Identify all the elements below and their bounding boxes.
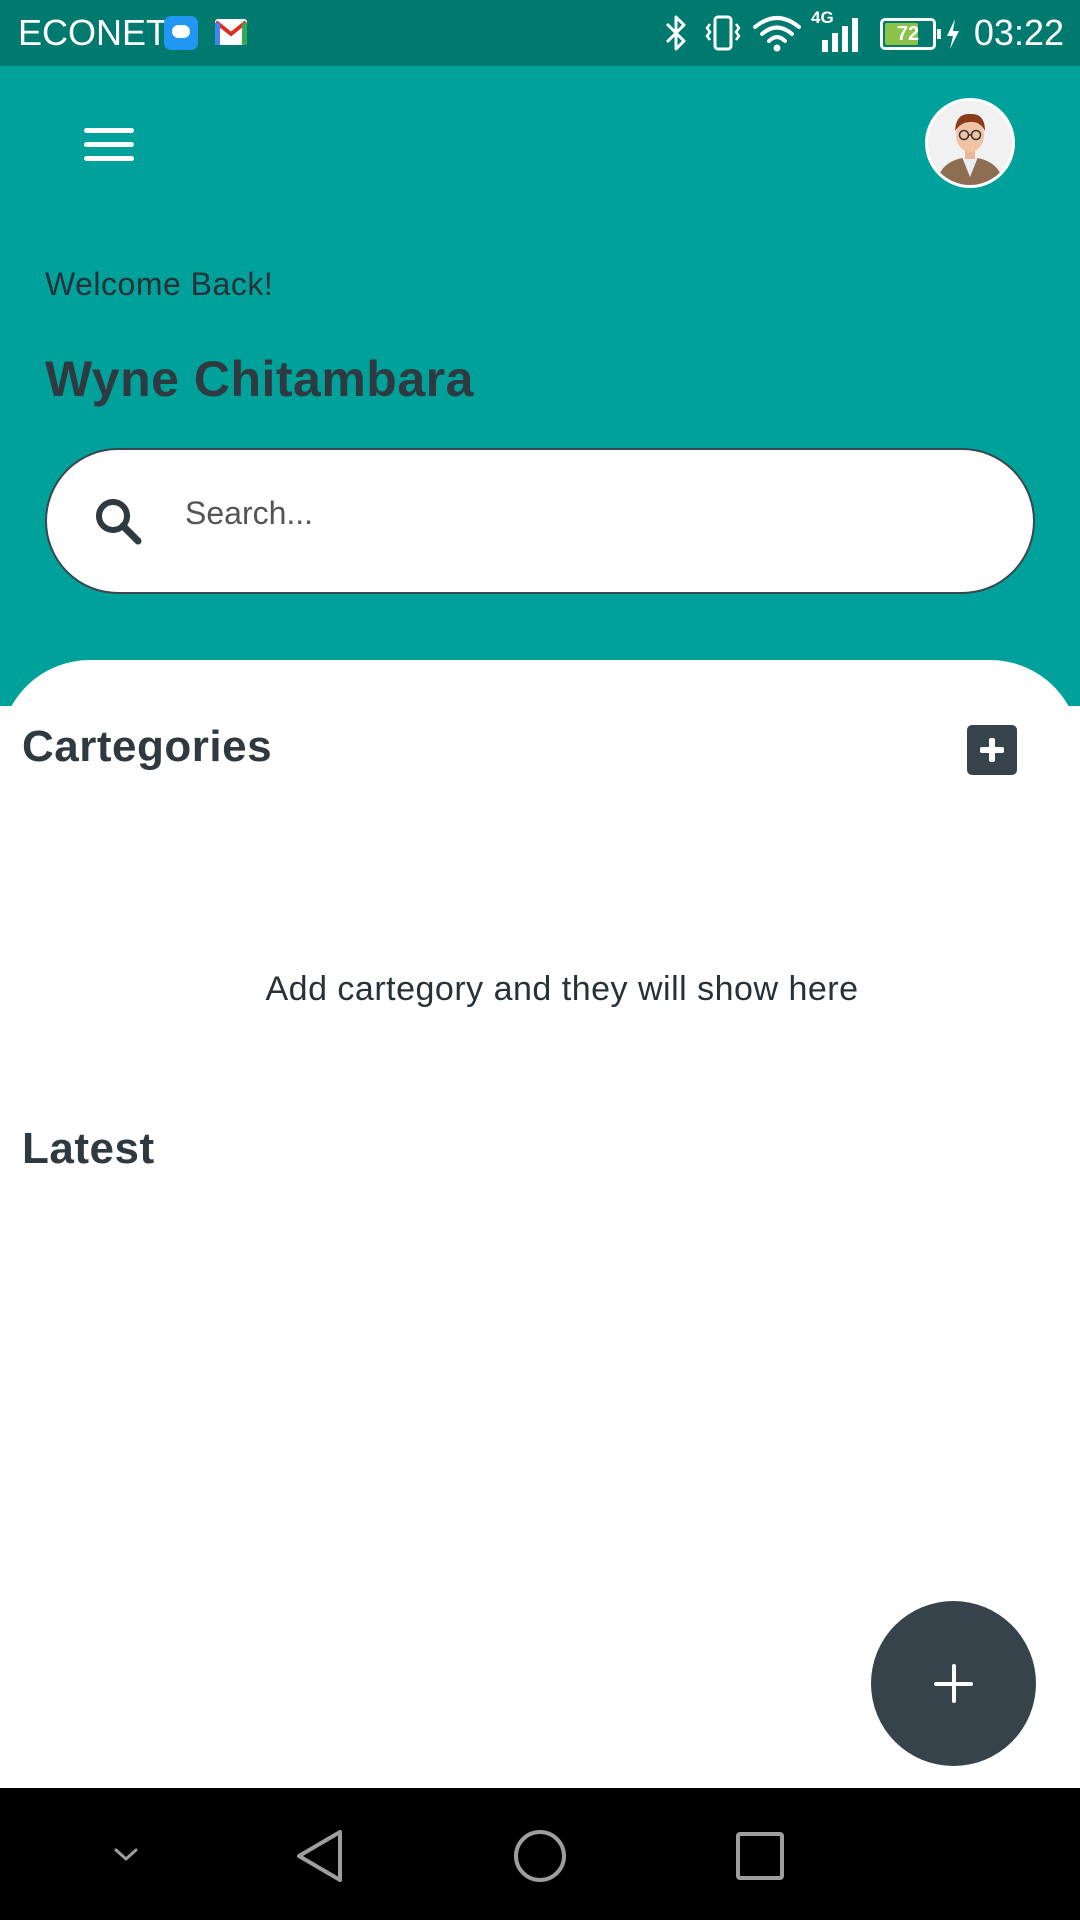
search-icon [96, 499, 142, 545]
home-icon[interactable] [512, 1828, 568, 1884]
search-input[interactable] [185, 488, 965, 538]
hide-keyboard-icon[interactable] [110, 1838, 142, 1870]
charging-icon [947, 19, 959, 49]
latest-title: Latest [22, 1124, 155, 1173]
back-icon[interactable] [294, 1828, 346, 1884]
add-category-button[interactable] [967, 725, 1017, 775]
recents-icon[interactable] [734, 1830, 786, 1882]
carrier-label: ECONET [18, 12, 169, 53]
navigation-bar [0, 1788, 1080, 1920]
categories-title: Cartegories [22, 722, 273, 771]
message-icon [164, 16, 198, 50]
status-bar: ECONET 4G 72 03:22 [0, 0, 1080, 66]
search-bar[interactable] [45, 448, 1035, 594]
user-avatar[interactable] [925, 98, 1015, 188]
categories-empty-message: Add cartegory and they will show here [265, 970, 859, 1008]
hamburger-menu-icon[interactable] [74, 120, 144, 170]
signal-icon [822, 18, 858, 52]
avatar-illustration [928, 101, 1012, 185]
welcome-text: Welcome Back! [45, 266, 274, 302]
clock: 03:22 [973, 12, 1064, 53]
add-fab-button[interactable] [871, 1601, 1036, 1766]
header: Welcome Back! Wyne Chitambara [0, 66, 1080, 706]
battery-level: 72 [896, 23, 920, 45]
wifi-icon [753, 16, 801, 52]
gmail-icon [214, 19, 248, 45]
user-name: Wyne Chitambara [45, 351, 474, 407]
bluetooth-icon [665, 15, 686, 51]
vibrate-icon [705, 15, 741, 51]
battery-icon: 72 [880, 18, 941, 50]
